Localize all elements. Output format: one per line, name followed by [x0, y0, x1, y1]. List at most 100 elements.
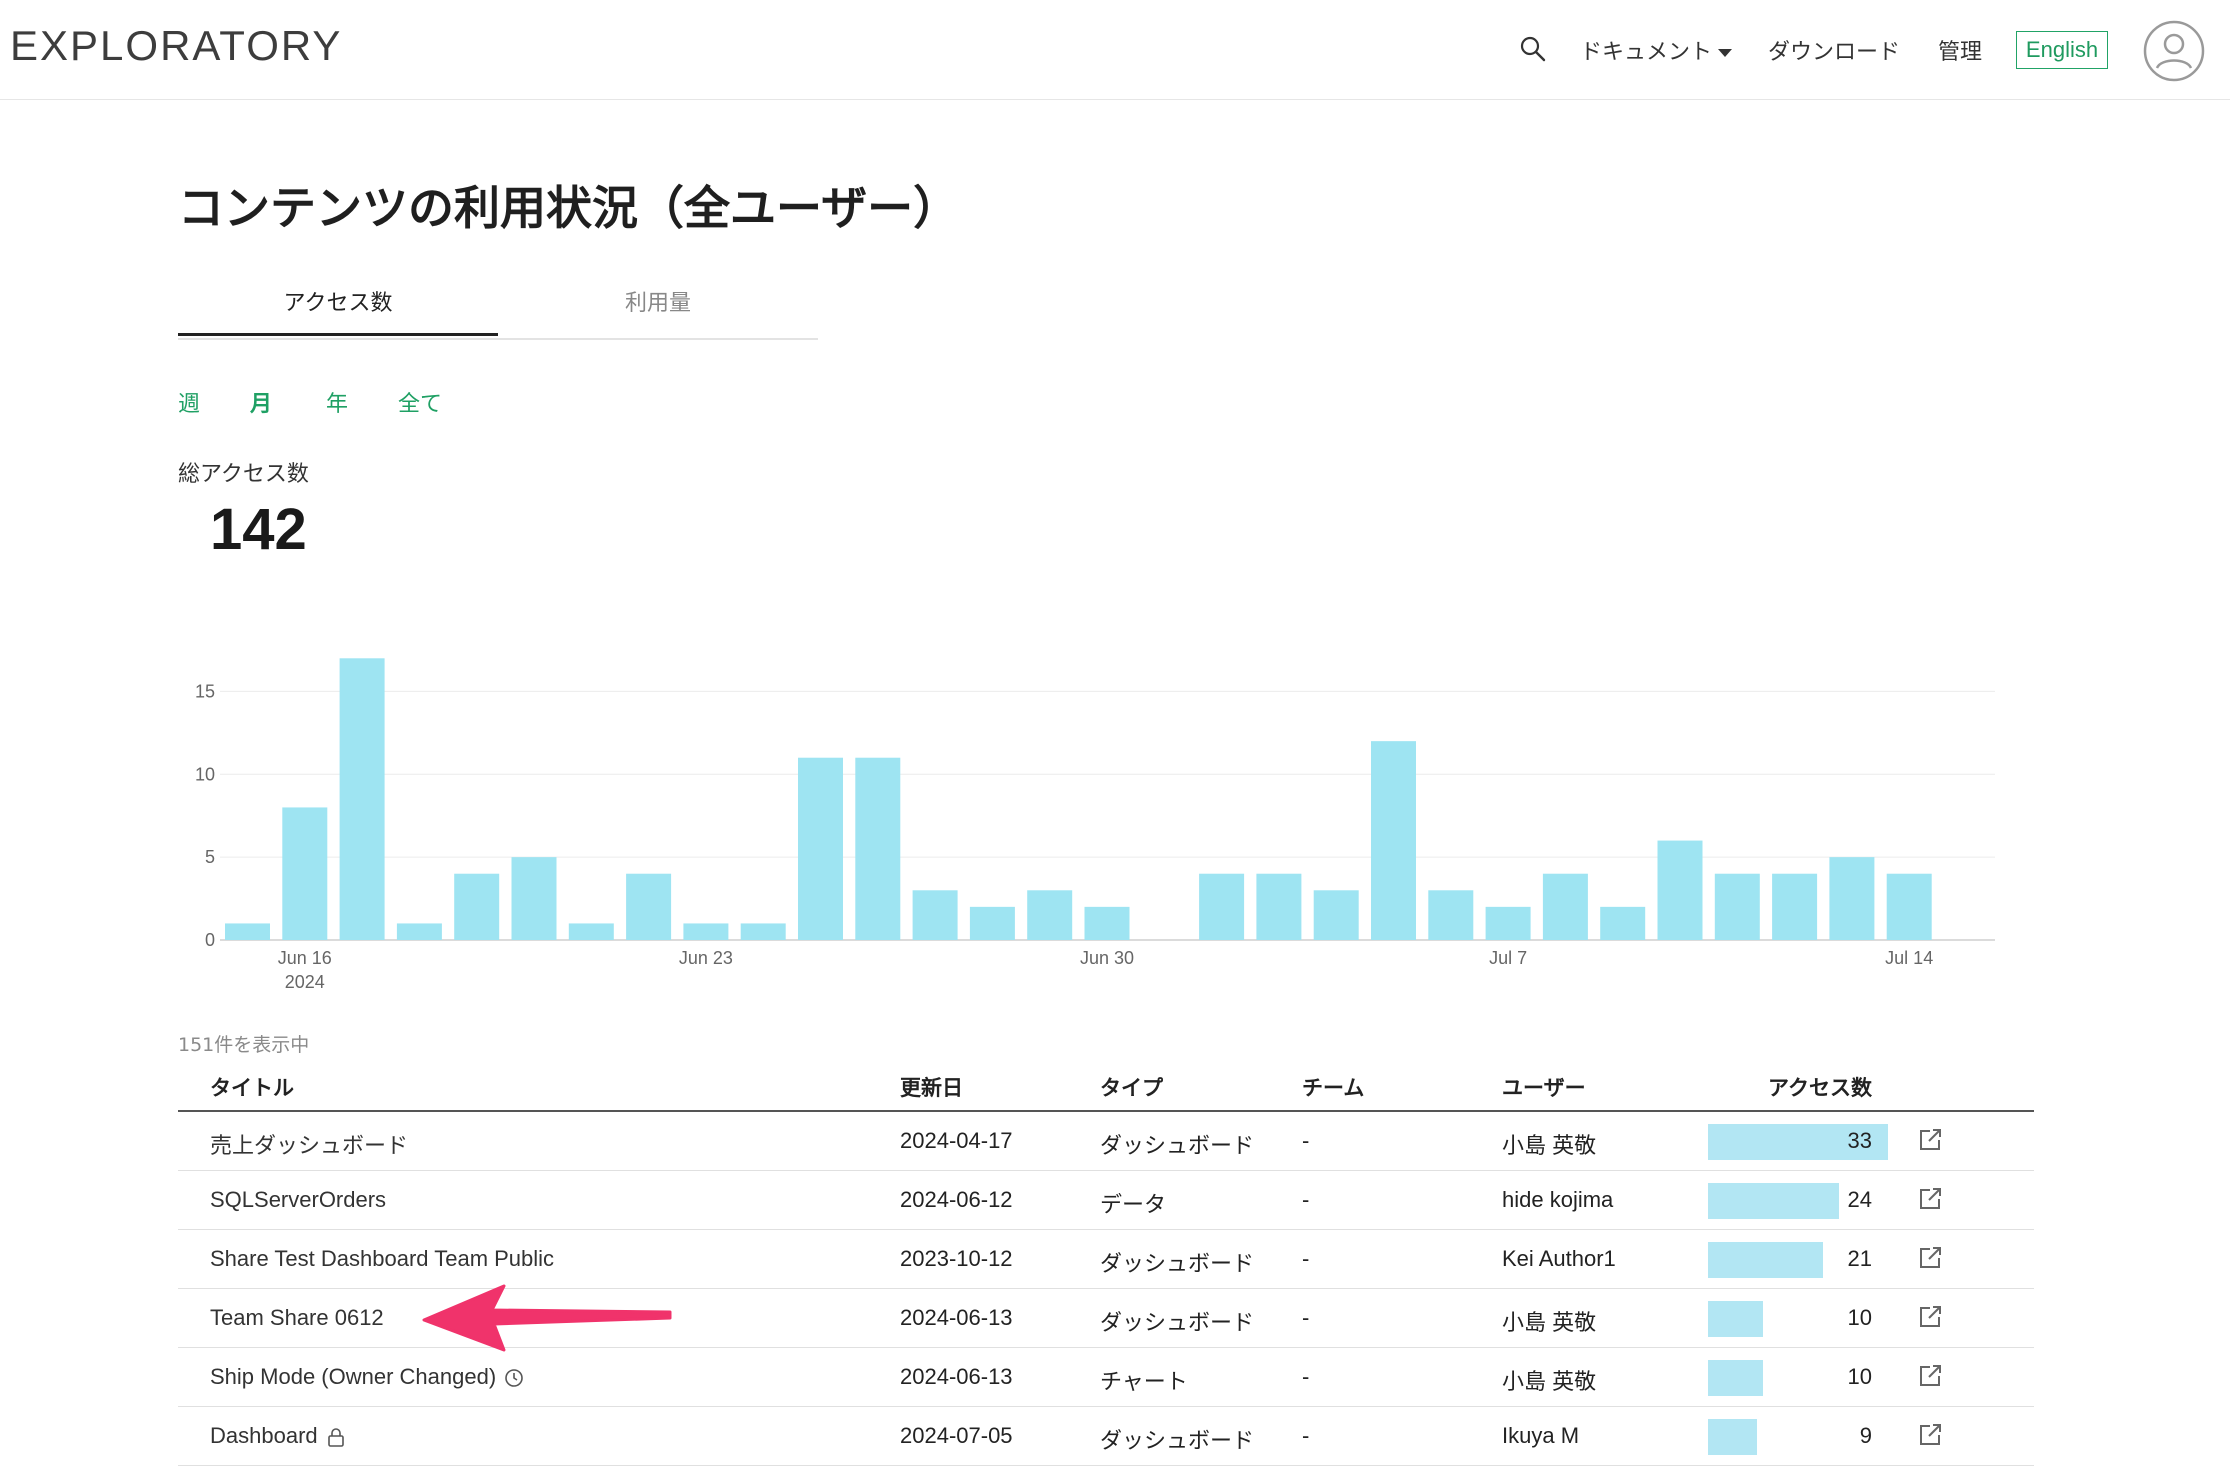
chart-bar[interactable]: [225, 923, 270, 940]
chart-bar[interactable]: [912, 890, 958, 940]
row-access-bar: 24: [1708, 1183, 1888, 1219]
access-bar-fill: [1708, 1183, 1839, 1219]
chart-bar[interactable]: [339, 658, 385, 940]
row-title-text: Team Share 0612: [210, 1305, 384, 1330]
row-updated-date: 2024-04-17: [900, 1128, 1013, 1153]
external-link-icon[interactable]: [1916, 1244, 1944, 1272]
access-count-value: 24: [1847, 1187, 1872, 1212]
chart-bar[interactable]: [798, 757, 843, 940]
row-title[interactable]: 売上ダッシュボード: [210, 1128, 408, 1160]
row-user: 小島 英敬: [1502, 1133, 1597, 1158]
header-updated[interactable]: 更新日: [900, 1072, 963, 1102]
row-team: -: [1302, 1187, 1310, 1212]
chart-bar[interactable]: [396, 923, 442, 940]
row-title[interactable]: Share Test Dashboard Team Public: [210, 1246, 554, 1272]
clock-icon: [505, 1369, 523, 1387]
row-user: Kei Author1: [1502, 1246, 1616, 1271]
language-toggle-button[interactable]: English: [2016, 31, 2108, 69]
period-all[interactable]: 全て: [398, 386, 442, 418]
y-tick-label: 5: [205, 847, 215, 867]
content-usage-table: タイトル 更新日 タイプ チーム ユーザー アクセス数 売上ダッシュボード 202…: [178, 1060, 2034, 1466]
chart-bar[interactable]: [1772, 873, 1818, 940]
table-row[interactable]: 売上ダッシュボード 2024-04-17 ダッシュボード - 小島 英敬 33: [178, 1112, 2034, 1171]
header-access[interactable]: アクセス数: [1768, 1072, 1872, 1102]
row-team: -: [1302, 1423, 1310, 1448]
period-year[interactable]: 年: [326, 386, 348, 418]
row-title[interactable]: Ship Mode (Owner Changed): [210, 1364, 524, 1390]
x-tick-label: Jun 30: [1080, 948, 1134, 968]
header-title[interactable]: タイトル: [210, 1072, 294, 1102]
header-user[interactable]: ユーザー: [1502, 1072, 1586, 1102]
chart-bar[interactable]: [454, 873, 500, 940]
result-count-label: 151件を表示中: [178, 1034, 310, 1056]
chart-bar[interactable]: [1829, 857, 1875, 940]
chart-bar[interactable]: [1313, 890, 1359, 940]
header-team[interactable]: チーム: [1302, 1072, 1364, 1102]
row-access-bar: 9: [1708, 1419, 1888, 1455]
user-avatar-icon[interactable]: [2143, 20, 2205, 82]
external-link-icon[interactable]: [1916, 1362, 1944, 1390]
period-week[interactable]: 週: [178, 386, 200, 418]
chart-bar[interactable]: [1027, 890, 1073, 940]
row-title-text: Share Test Dashboard Team Public: [210, 1246, 555, 1271]
external-link-icon[interactable]: [1916, 1303, 1944, 1331]
chart-bar[interactable]: [1485, 906, 1531, 940]
chart-bar[interactable]: [511, 857, 557, 940]
row-title[interactable]: Team Share 0612: [210, 1305, 384, 1331]
chart-bar[interactable]: [1084, 906, 1130, 940]
header-type[interactable]: タイプ: [1100, 1072, 1163, 1102]
lock-icon: [327, 1428, 344, 1447]
search-icon[interactable]: [1518, 34, 1548, 64]
access-count-value: 21: [1847, 1246, 1872, 1271]
nav-documents-menu[interactable]: ドキュメント: [1580, 34, 1733, 66]
chart-bar[interactable]: [1886, 873, 1932, 940]
app-logo[interactable]: EXPLORATORY: [10, 22, 342, 70]
nav-documents-label: ドキュメント: [1580, 40, 1713, 65]
chart-bar[interactable]: [740, 923, 786, 940]
access-bar-fill: [1708, 1301, 1763, 1337]
chart-bar[interactable]: [1256, 873, 1302, 940]
table-row[interactable]: SQLServerOrders 2024-06-12 データ - hide kojima…: [178, 1171, 2034, 1230]
access-count-value: 33: [1847, 1128, 1872, 1153]
chart-bar[interactable]: [568, 923, 614, 940]
top-navigation-bar: EXPLORATORY ドキュメント ダウンロード 管理 English: [0, 0, 2230, 100]
chart-bar[interactable]: [1428, 890, 1474, 940]
row-title[interactable]: SQLServerOrders: [210, 1187, 386, 1213]
row-type: ダッシュボード: [1100, 1133, 1255, 1158]
row-updated-date: 2024-06-13: [900, 1364, 1013, 1389]
row-access-bar: 10: [1708, 1360, 1888, 1396]
nav-admin-link[interactable]: 管理: [1938, 34, 1982, 66]
row-user: 小島 英敬: [1502, 1310, 1597, 1335]
row-access-bar: 10: [1708, 1301, 1888, 1337]
nav-download-link[interactable]: ダウンロード: [1768, 34, 1900, 66]
page-title: コンテンツの利用状況（全ユーザー）: [178, 181, 960, 235]
chart-bar[interactable]: [1542, 873, 1588, 940]
external-link-icon[interactable]: [1916, 1185, 1944, 1213]
tab-usage[interactable]: 利用量: [498, 278, 818, 336]
chart-bar[interactable]: [1600, 906, 1646, 940]
row-team: -: [1302, 1128, 1310, 1153]
y-tick-label: 15: [195, 681, 215, 701]
chart-bar[interactable]: [1199, 873, 1245, 940]
access-bar-fill: [1708, 1419, 1758, 1455]
tab-access-count[interactable]: アクセス数: [178, 278, 498, 336]
chart-bar[interactable]: [1371, 741, 1416, 940]
total-access-value: 142: [210, 497, 307, 562]
row-team: -: [1302, 1305, 1310, 1330]
row-user: 小島 英敬: [1502, 1369, 1597, 1394]
metric-tabs: アクセス数 利用量: [178, 278, 818, 340]
external-link-icon[interactable]: [1916, 1126, 1944, 1154]
y-tick-label: 0: [205, 930, 215, 950]
total-access-label: 総アクセス数: [178, 462, 309, 487]
chart-bar[interactable]: [1714, 873, 1760, 940]
chart-bar[interactable]: [282, 807, 328, 940]
period-month[interactable]: 月: [250, 386, 272, 418]
external-link-icon[interactable]: [1916, 1421, 1944, 1449]
chart-bar[interactable]: [969, 906, 1015, 940]
chart-bar[interactable]: [855, 757, 901, 940]
chart-bar[interactable]: [626, 873, 672, 940]
chart-bar[interactable]: [1657, 840, 1703, 940]
row-title[interactable]: Dashboard: [210, 1423, 346, 1449]
table-row[interactable]: Dashboard 2024-07-05 ダッシュボード - Ikuya M 9: [178, 1407, 2034, 1466]
chart-bar[interactable]: [683, 923, 729, 940]
